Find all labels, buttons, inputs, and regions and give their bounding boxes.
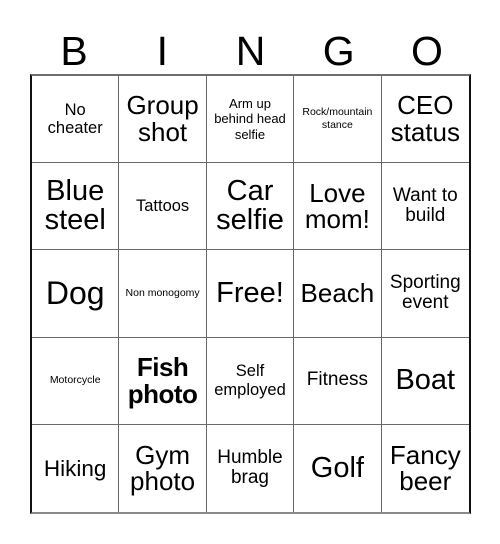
header-letter-o: O — [410, 28, 443, 74]
bingo-header-row: B I N G O — [30, 14, 471, 74]
bingo-cell[interactable]: No cheater — [32, 76, 120, 164]
bingo-cell[interactable]: Sporting event — [381, 250, 469, 338]
bingo-cell-label: Want to build — [392, 184, 458, 227]
bingo-cell[interactable]: Love mom! — [294, 163, 382, 251]
bingo-card: B I N G O No cheater Group shot Arm up b… — [0, 0, 500, 544]
bingo-cell-label: Blue steel — [44, 174, 106, 237]
header-letter-n: N — [235, 28, 266, 74]
bingo-cell[interactable]: Arm up behind head selfie — [206, 76, 295, 164]
bingo-cell[interactable]: Group shot — [119, 76, 207, 164]
bingo-cell-label: Fitness — [306, 369, 369, 391]
bingo-cell-label: Self employed — [214, 362, 286, 399]
bingo-cell[interactable]: Golf — [294, 424, 382, 512]
bingo-cell-free[interactable]: Free! — [206, 250, 295, 338]
bingo-cell[interactable]: Non monogomy — [119, 250, 207, 338]
bingo-cell-label: Humble brag — [217, 446, 283, 489]
bingo-cell[interactable]: CEO status — [381, 76, 469, 164]
bingo-cell-label: Fish photo — [127, 351, 198, 409]
bingo-cell[interactable]: Self employed — [206, 337, 295, 425]
bingo-cell[interactable]: Boat — [381, 337, 469, 425]
bingo-cell-label: Arm up behind head selfie — [214, 96, 286, 142]
bingo-cell-label: Group shot — [126, 90, 199, 148]
bingo-cell-label: Love mom! — [304, 177, 370, 235]
header-letter-b: B — [60, 28, 88, 74]
bingo-cell-label: Non monogomy — [125, 287, 200, 300]
bingo-cell[interactable]: Beach — [294, 250, 382, 338]
bingo-cell-label: Golf — [310, 451, 364, 484]
bingo-cell[interactable]: Dog — [32, 250, 120, 338]
bingo-cell-label: Boat — [395, 363, 456, 396]
bingo-cell[interactable]: Fish photo — [119, 337, 207, 425]
bingo-cell-label: Fancy beer — [389, 439, 461, 497]
bingo-cell[interactable]: Humble brag — [206, 424, 295, 512]
bingo-cell[interactable]: Want to build — [381, 163, 469, 251]
bingo-cell-label: Gym photo — [130, 439, 196, 497]
bingo-cell[interactable]: Blue steel — [32, 163, 120, 251]
header-letter-g: G — [322, 28, 355, 74]
bingo-cell-label: No cheater — [47, 100, 103, 138]
bingo-cell-label: Dog — [45, 275, 105, 312]
bingo-cell[interactable]: Car selfie — [206, 163, 295, 251]
bingo-grid: No cheater Group shot Arm up behind head… — [30, 74, 471, 514]
bingo-cell[interactable]: Fancy beer — [381, 424, 469, 512]
bingo-cell-label: CEO status — [390, 90, 460, 148]
bingo-cell-label: Free! — [216, 276, 284, 309]
header-letter-i: I — [156, 28, 168, 74]
bingo-cell-label: Beach — [300, 278, 375, 309]
bingo-cell-label: Motorcycle — [49, 374, 101, 387]
bingo-cell-label: Hiking — [43, 455, 107, 481]
bingo-cell[interactable]: Tattoos — [119, 163, 207, 251]
bingo-cell[interactable]: Gym photo — [119, 424, 207, 512]
bingo-cell-label: Car selfie — [216, 174, 284, 237]
bingo-cell-label: Tattoos — [135, 197, 190, 216]
bingo-cell[interactable]: Rock/mountain stance — [294, 76, 382, 164]
bingo-cell-label: Rock/mountain stance — [302, 106, 373, 132]
bingo-cell[interactable]: Hiking — [32, 424, 120, 512]
bingo-cell-label: Sporting event — [389, 271, 461, 314]
bingo-cell[interactable]: Fitness — [294, 337, 382, 425]
bingo-cell[interactable]: Motorcycle — [32, 337, 120, 425]
